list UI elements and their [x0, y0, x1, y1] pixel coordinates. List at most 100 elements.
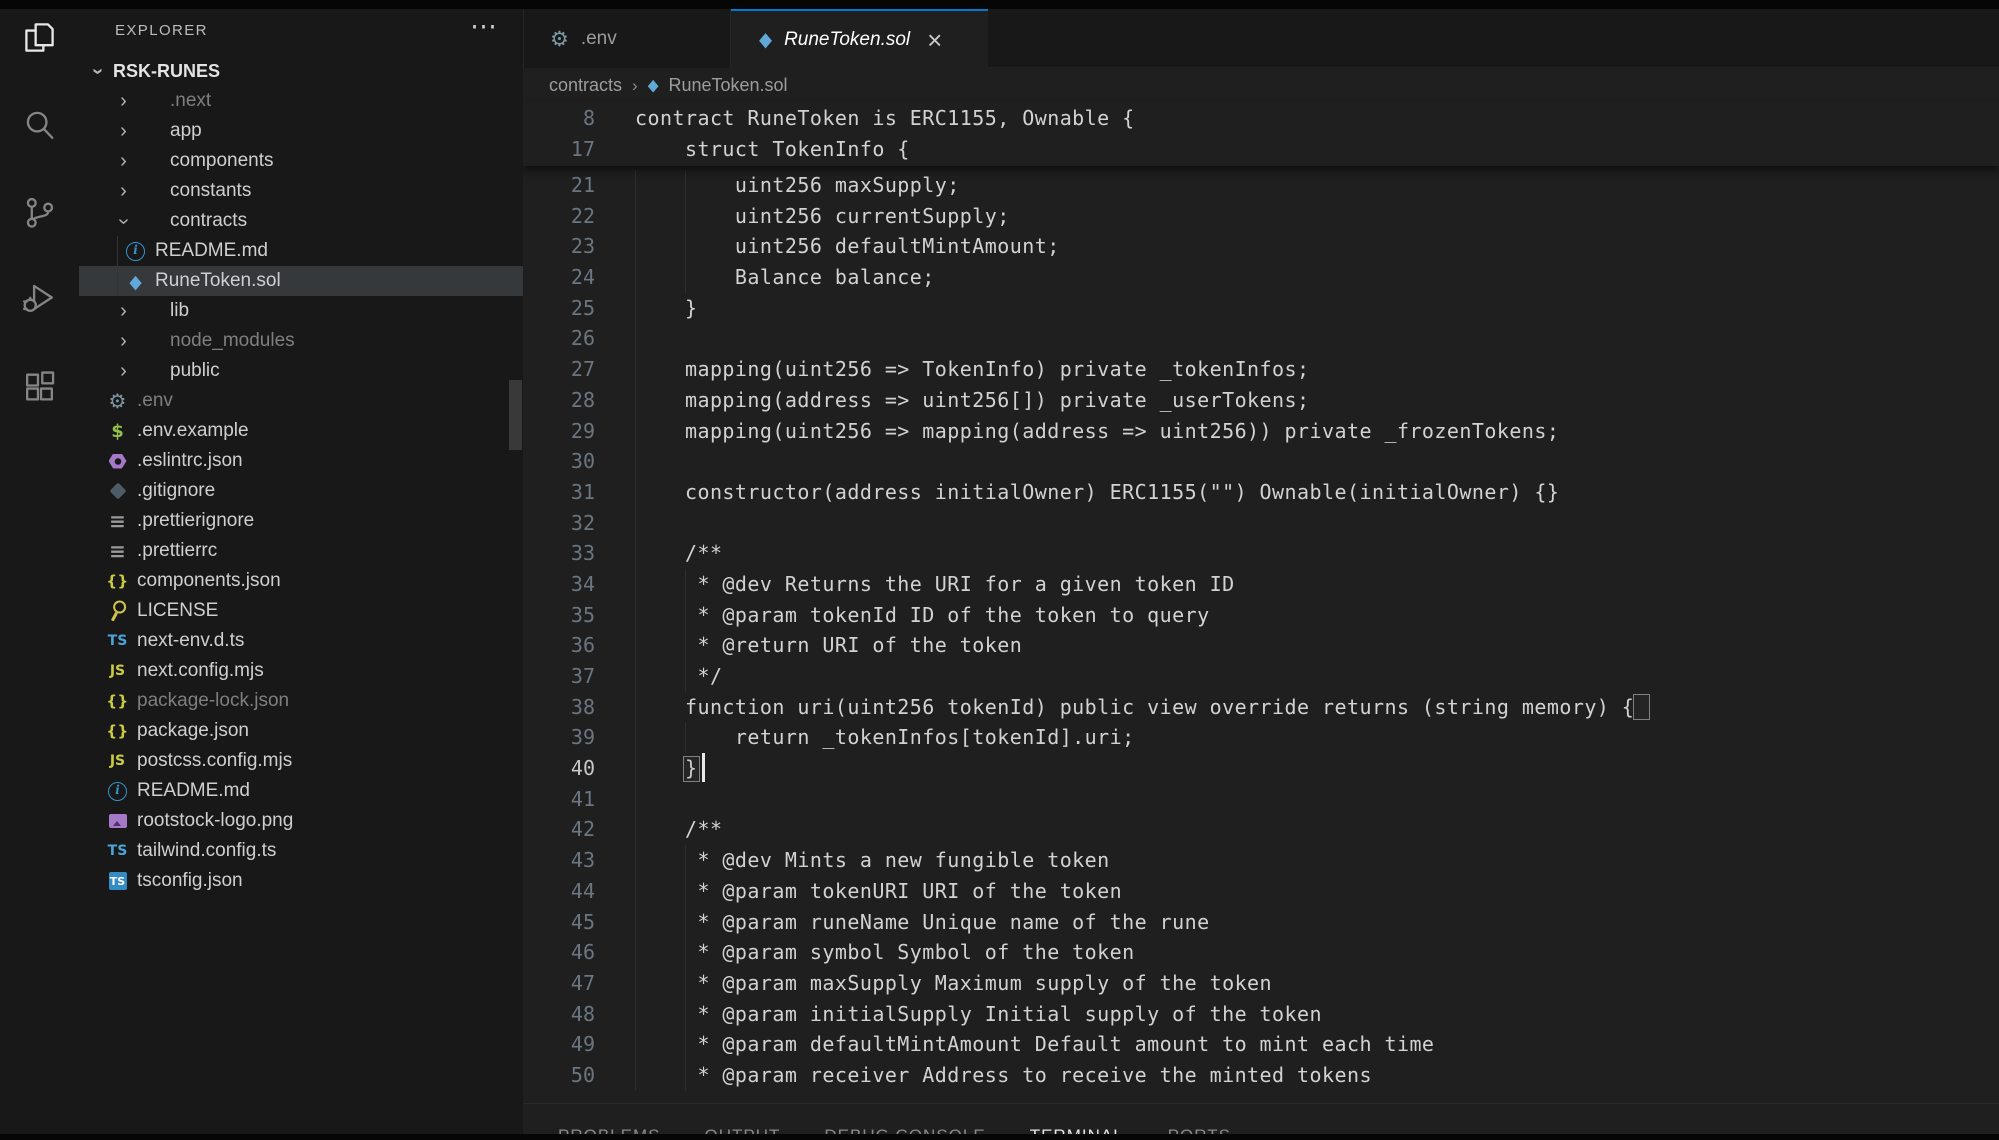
code-line-text: * @param initialSupply Initial supply of…: [635, 999, 1322, 1030]
code-line[interactable]: 22 uint256 currentSupply;: [523, 201, 1999, 232]
sticky-line[interactable]: 17 struct TokenInfo {: [523, 134, 1999, 165]
code-line[interactable]: 37 */: [523, 661, 1999, 692]
tree-item[interactable]: node_modules: [79, 326, 523, 356]
tree-item[interactable]: app: [79, 116, 523, 146]
code-line[interactable]: 34 * @dev Returns the URI for a given to…: [523, 569, 1999, 600]
code-line[interactable]: 21 uint256 maxSupply;: [523, 170, 1999, 201]
code-line[interactable]: 31 constructor(address initialOwner) ERC…: [523, 477, 1999, 508]
file-type-icon: [140, 176, 161, 206]
tree-item[interactable]: constants: [79, 176, 523, 206]
tab-runetoken-sol[interactable]: RuneToken.sol: [731, 9, 988, 68]
code-line-text: /**: [635, 538, 722, 569]
tree-items: .next app components: [79, 86, 523, 896]
line-number: 24: [523, 262, 595, 293]
tree-item[interactable]: contracts: [79, 206, 523, 236]
code-line[interactable]: 50 * @param receiver Address to receive …: [523, 1060, 1999, 1091]
code-line-text: * @dev Mints a new fungible token: [635, 845, 1110, 876]
tree-item-label: .next: [170, 90, 211, 112]
tree-item[interactable]: rootstock-logo.png: [79, 806, 523, 836]
tree-item[interactable]: package.json: [79, 716, 523, 746]
tree-item[interactable]: .env: [79, 386, 523, 416]
tree-item[interactable]: .eslintrc.json: [79, 446, 523, 476]
tree-item[interactable]: public: [79, 356, 523, 386]
breadcrumb-folder[interactable]: contracts: [549, 75, 622, 96]
code-line[interactable]: 29 mapping(uint256 => mapping(address =>…: [523, 416, 1999, 447]
tree-item[interactable]: LICENSE: [79, 596, 523, 626]
code-line[interactable]: 23 uint256 defaultMintAmount;: [523, 231, 1999, 262]
breadcrumb: contracts › RuneToken.sol: [523, 68, 1999, 103]
code-line[interactable]: 47 * @param maxSupply Maximum supply of …: [523, 968, 1999, 999]
run-and-debug-icon: [21, 279, 58, 321]
tree-item[interactable]: README.md: [79, 236, 523, 266]
code-line[interactable]: 40 }: [523, 753, 1999, 784]
code-line[interactable]: 30: [523, 446, 1999, 477]
tree-item[interactable]: components: [79, 146, 523, 176]
file-type-icon: [107, 626, 128, 656]
tree-item[interactable]: .prettierrc: [79, 536, 523, 566]
code-line-text: * @param receiver Address to receive the…: [635, 1060, 1372, 1091]
code-line-text: Balance balance;: [635, 262, 935, 293]
tree-root-rsk-runes[interactable]: RSK-RUNES: [79, 56, 523, 86]
code-line[interactable]: 25 }: [523, 293, 1999, 324]
code-line[interactable]: 38 function uri(uint256 tokenId) public …: [523, 692, 1999, 723]
more-actions-icon[interactable]: ⋯: [470, 11, 497, 42]
code-line[interactable]: 49 * @param defaultMintAmount Default am…: [523, 1029, 1999, 1060]
activity-search-button[interactable]: [0, 98, 79, 158]
code-line[interactable]: 48 * @param initialSupply Initial supply…: [523, 999, 1999, 1030]
code-line[interactable]: 35 * @param tokenId ID of the token to q…: [523, 600, 1999, 631]
tree-item[interactable]: package-lock.json: [79, 686, 523, 716]
activity-extensions-button[interactable]: [0, 358, 79, 418]
tree-item[interactable]: tailwind.config.ts: [79, 836, 523, 866]
sidebar-scrollbar-thumb[interactable]: [509, 380, 522, 450]
code-line-text: uint256 currentSupply;: [635, 201, 1010, 232]
code-line[interactable]: 32: [523, 508, 1999, 539]
tree-item[interactable]: .gitignore: [79, 476, 523, 506]
sticky-line[interactable]: 8 contract RuneToken is ERC1155, Ownable…: [523, 103, 1999, 134]
code-line[interactable]: 44 * @param tokenURI URI of the token: [523, 876, 1999, 907]
solidity-ethereum-icon: [759, 28, 772, 52]
tree-item[interactable]: components.json: [79, 566, 523, 596]
tree-item[interactable]: next.config.mjs: [79, 656, 523, 686]
file-type-icon: [107, 656, 128, 686]
code-line[interactable]: 42 /**: [523, 814, 1999, 845]
activity-run-debug-button[interactable]: [0, 270, 79, 330]
activity-explorer-button[interactable]: [0, 10, 79, 70]
tree-item-label: public: [170, 360, 220, 382]
code-line[interactable]: 26: [523, 323, 1999, 354]
code-line[interactable]: 46 * @param symbol Symbol of the token: [523, 937, 1999, 968]
file-type-icon: [107, 866, 128, 896]
tree-item[interactable]: .prettierignore: [79, 506, 523, 536]
line-number: 39: [523, 722, 595, 753]
code-line-text: mapping(uint256 => mapping(address => ui…: [635, 416, 1559, 447]
search-icon: [21, 107, 58, 149]
code-line-text: uint256 defaultMintAmount;: [635, 231, 1060, 262]
tree-item[interactable]: lib: [79, 296, 523, 326]
line-number: 45: [523, 907, 595, 938]
tree-item[interactable]: postcss.config.mjs: [79, 746, 523, 776]
file-type-icon: [125, 266, 146, 296]
close-icon[interactable]: [927, 30, 942, 50]
code-line[interactable]: 45 * @param runeName Unique name of the …: [523, 907, 1999, 938]
activity-source-control-button[interactable]: [0, 185, 79, 245]
code-editor[interactable]: 21 uint256 maxSupply; 22 uint256 current…: [523, 170, 1999, 1103]
code-line[interactable]: 43 * @dev Mints a new fungible token: [523, 845, 1999, 876]
window-bottom-edge: [0, 1134, 1999, 1140]
code-line[interactable]: 28 mapping(address => uint256[]) private…: [523, 385, 1999, 416]
code-line[interactable]: 33 /**: [523, 538, 1999, 569]
code-line-text: * @param tokenURI URI of the token: [635, 876, 1122, 907]
tree-item[interactable]: next-env.d.ts: [79, 626, 523, 656]
code-line[interactable]: 39 return _tokenInfos[tokenId].uri;: [523, 722, 1999, 753]
breadcrumb-file[interactable]: RuneToken.sol: [668, 75, 787, 96]
line-number: 36: [523, 630, 595, 661]
tab-env[interactable]: .env: [523, 9, 731, 68]
line-number: 49: [523, 1029, 595, 1060]
tree-item[interactable]: RuneToken.sol: [79, 266, 523, 296]
code-line[interactable]: 24 Balance balance;: [523, 262, 1999, 293]
tree-item[interactable]: tsconfig.json: [79, 866, 523, 896]
tree-item[interactable]: .env.example: [79, 416, 523, 446]
code-line[interactable]: 36 * @return URI of the token: [523, 630, 1999, 661]
tree-item[interactable]: README.md: [79, 776, 523, 806]
code-line[interactable]: 41: [523, 784, 1999, 815]
code-line[interactable]: 27 mapping(uint256 => TokenInfo) private…: [523, 354, 1999, 385]
tree-item[interactable]: .next: [79, 86, 523, 116]
